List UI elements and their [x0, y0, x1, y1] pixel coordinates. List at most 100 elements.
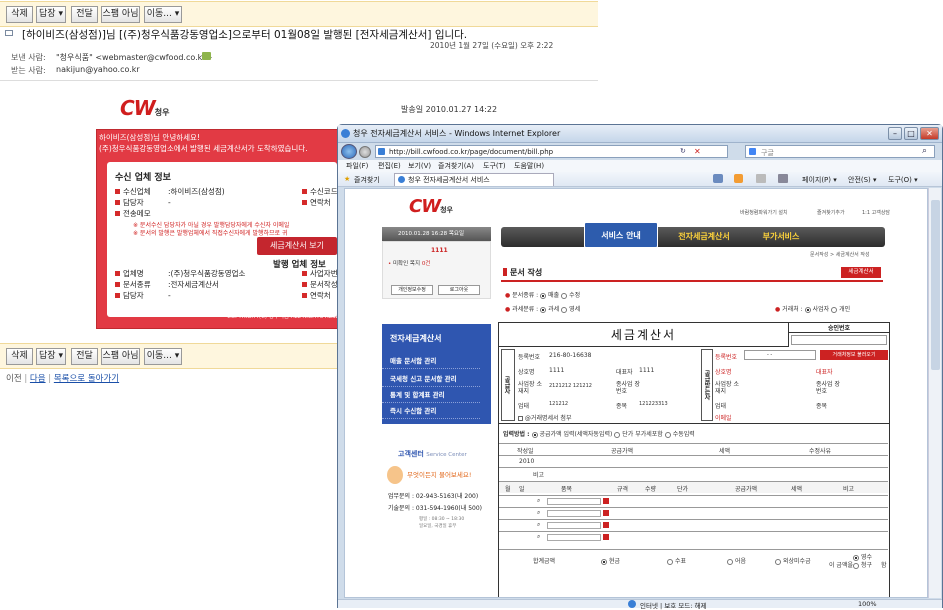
move-button[interactable]: 이동... ▾ [144, 6, 182, 23]
toplink-support[interactable]: 1:1 고객상담 [862, 209, 890, 216]
delete-row-icon[interactable] [603, 534, 609, 540]
edit-profile-button[interactable]: 개인정보수정 [391, 285, 433, 295]
delete-row-icon[interactable] [603, 498, 609, 504]
side-menu-inbox[interactable]: 즉시 수신함 관리 [382, 403, 480, 419]
stop-icon[interactable]: ✕ [694, 147, 701, 156]
attach-statement[interactable]: @거래명세서 첨부 [518, 413, 571, 422]
menu-tools[interactable]: 도구(T) [483, 161, 506, 171]
minimize-icon[interactable]: – [888, 127, 902, 140]
close-icon[interactable]: ✕ [920, 127, 939, 140]
pay-cash-radio[interactable] [601, 558, 607, 565]
toplink-bookmark[interactable]: 즐겨찾기추가 [817, 209, 845, 216]
claim-radio[interactable] [853, 562, 859, 569]
menu-file[interactable]: 파일(F) [346, 161, 368, 171]
reply-button[interactable]: 답장 ▾ [36, 6, 66, 23]
reply-button[interactable]: 답장 ▾ [36, 348, 66, 365]
zoom-level[interactable]: 100% [858, 600, 877, 608]
refresh-icon[interactable]: ↻ [680, 147, 686, 155]
delete-button[interactable]: 삭제 [6, 6, 33, 23]
cs-title: 고객센터 Service Center [398, 449, 467, 459]
back-icon[interactable] [341, 144, 357, 159]
input-manual-radio[interactable] [664, 431, 671, 438]
item-input[interactable] [547, 510, 601, 517]
item-input[interactable] [547, 534, 601, 541]
side-menu-nts[interactable]: 국세청 신고 문서함 관리 [382, 371, 480, 387]
search-icon[interactable]: ⌕ [537, 509, 540, 517]
print-icon[interactable] [778, 174, 788, 183]
rss-icon[interactable] [734, 174, 743, 183]
side-menu-stats[interactable]: 통계 및 합계표 관리 [382, 387, 480, 403]
side-menu-sales[interactable]: 매출 문서함 관리 [382, 353, 480, 369]
attach-checkbox[interactable] [518, 416, 523, 421]
from-value[interactable]: "청우식품" <webmaster@cwfood.co.kr> [56, 52, 212, 63]
search-input[interactable]: 구글 ⌕ [745, 145, 935, 158]
delete-button[interactable]: 삭제 [6, 348, 33, 365]
bullet-icon [115, 271, 120, 276]
input-vat-radio[interactable] [614, 431, 621, 438]
maximize-icon[interactable]: □ [904, 127, 918, 140]
receipt-radio[interactable] [853, 554, 859, 561]
party-personal-radio[interactable] [831, 306, 838, 313]
home-icon[interactable] [713, 174, 723, 183]
doc-title: 문서 작성 [510, 268, 543, 277]
move-button[interactable]: 이동... ▾ [144, 348, 182, 365]
party-label: 거래처 : [782, 306, 803, 313]
forward-button[interactable]: 전달 [71, 348, 98, 365]
menu-edit[interactable]: 편집(E) [378, 161, 401, 171]
search-icon[interactable]: ⌕ [537, 521, 540, 529]
vertical-scrollbar[interactable] [928, 188, 941, 598]
support-agent-icon [387, 466, 403, 484]
item-input[interactable] [547, 522, 601, 529]
menu-help[interactable]: 도움말(H) [514, 161, 544, 171]
col-note: 비고 [843, 486, 855, 493]
col-qty: 수량 [645, 486, 657, 493]
add-contact-icon[interactable] [202, 52, 211, 60]
pay-check-radio[interactable] [667, 558, 673, 565]
toplink-toolbar[interactable]: 바람청렴파워가기 설치 [740, 209, 788, 216]
safety-menu[interactable]: 안전(S) ▾ [848, 175, 877, 185]
search-icon[interactable]: ⌕ [922, 146, 927, 156]
not-spam-button[interactable]: 스팸 아님 [101, 6, 140, 23]
pay-bill-radio[interactable] [727, 558, 733, 565]
unread-docs[interactable]: • 미확인 목지 0건 [388, 259, 430, 267]
site-logo[interactable]: CW청우 [409, 196, 453, 217]
menu-favorites[interactable]: 즐겨찾기(A) [438, 161, 474, 171]
summary-header-row: 작성일 공급가액 세액 수정사유 [499, 443, 888, 455]
nav-service[interactable]: 서비스 안내 [584, 222, 658, 248]
bullet-icon [115, 293, 120, 298]
breadcrumb: 문서작성 > 세금계산서 작성 [810, 252, 870, 258]
doctype-sales-radio[interactable] [540, 292, 547, 299]
mail-icon[interactable] [756, 174, 766, 183]
page-menu[interactable]: 페이지(P) ▾ [802, 175, 837, 185]
favorites-button[interactable]: 즐겨찾기 [354, 175, 380, 185]
get-partner-button[interactable]: 거래처정보 불러오기 [820, 350, 888, 360]
item-input[interactable] [547, 498, 601, 505]
tax-taxed-radio[interactable] [540, 306, 547, 313]
nav-einvoice[interactable]: 전자세금계산서 [668, 226, 740, 248]
address-bar[interactable]: http://bill.cwfood.co.kr/page/document/b… [375, 145, 728, 158]
logout-button[interactable]: 로그아웃 [438, 285, 480, 295]
input-supply-radio[interactable] [531, 431, 538, 438]
nav-extra[interactable]: 부가서비스 [746, 226, 816, 248]
scroll-thumb[interactable] [931, 200, 940, 370]
receiver-reg-input[interactable]: - - [744, 350, 816, 360]
back-to-list-link[interactable]: 목록으로 돌아가기 [54, 374, 119, 384]
view-tax-invoice-button[interactable]: 세금계산서 보기 [257, 237, 337, 255]
doctype-sales-label: 매출 [548, 292, 560, 299]
pay-credit-radio[interactable] [775, 558, 781, 565]
forward-button[interactable]: 전달 [71, 6, 98, 23]
not-spam-button[interactable]: 스팸 아님 [101, 348, 140, 365]
next-link[interactable]: 다음 [30, 374, 46, 384]
approval-input[interactable] [791, 335, 887, 345]
delete-row-icon[interactable] [603, 522, 609, 528]
doctype-edit-radio[interactable] [561, 292, 568, 299]
menu-view[interactable]: 보기(V) [408, 161, 431, 171]
tools-menu[interactable]: 도구(O) ▾ [888, 175, 918, 185]
issuer-right-label: 사업자번 [310, 269, 338, 278]
search-icon[interactable]: ⌕ [537, 497, 540, 505]
delete-row-icon[interactable] [603, 510, 609, 516]
forward-icon[interactable] [359, 146, 371, 158]
tax-zero-radio[interactable] [561, 306, 568, 313]
search-icon[interactable]: ⌕ [537, 533, 540, 541]
party-business-radio[interactable] [804, 306, 811, 313]
